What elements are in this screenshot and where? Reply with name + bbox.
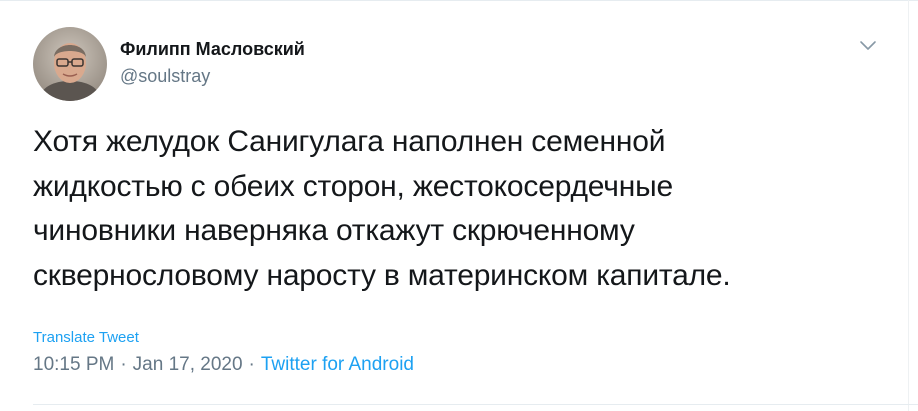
tweet-date[interactable]: Jan 17, 2020 xyxy=(133,354,243,375)
meta-separator: · xyxy=(120,354,127,375)
user-handle[interactable]: @soulstray xyxy=(120,66,210,87)
tweet-time[interactable]: 10:15 PM xyxy=(33,354,114,375)
tweet-text-line: жидкостью с обеих сторон, жестокосердечн… xyxy=(33,169,673,203)
tweet-text: Хотя желудок Санигулага наполнен семенно… xyxy=(33,120,873,298)
tweet-card: Филипп Масловский @soulstray Хотя желудо… xyxy=(0,0,918,411)
chevron-down-icon[interactable] xyxy=(858,38,878,54)
tweet-text-line: сквернословому наросту в материнском кап… xyxy=(33,258,731,292)
avatar[interactable] xyxy=(33,27,107,101)
tweet-text-line: чиновники наверняка откажут скрюченному xyxy=(33,214,635,247)
right-divider xyxy=(908,0,909,411)
meta-separator: · xyxy=(248,354,255,375)
tweet-source-link[interactable]: Twitter for Android xyxy=(261,354,414,375)
display-name[interactable]: Филипп Масловский xyxy=(120,39,305,60)
translate-tweet-link[interactable]: Translate Tweet xyxy=(33,329,139,346)
bottom-divider xyxy=(33,404,918,405)
tweet-text-line: Хотя желудок Санигулага наполнен семенно… xyxy=(33,125,666,158)
top-divider xyxy=(0,0,918,1)
user-photo-icon xyxy=(33,27,107,101)
tweet-meta: 10:15 PM · Jan 17, 2020 · Twitter for Androi… xyxy=(33,354,414,376)
